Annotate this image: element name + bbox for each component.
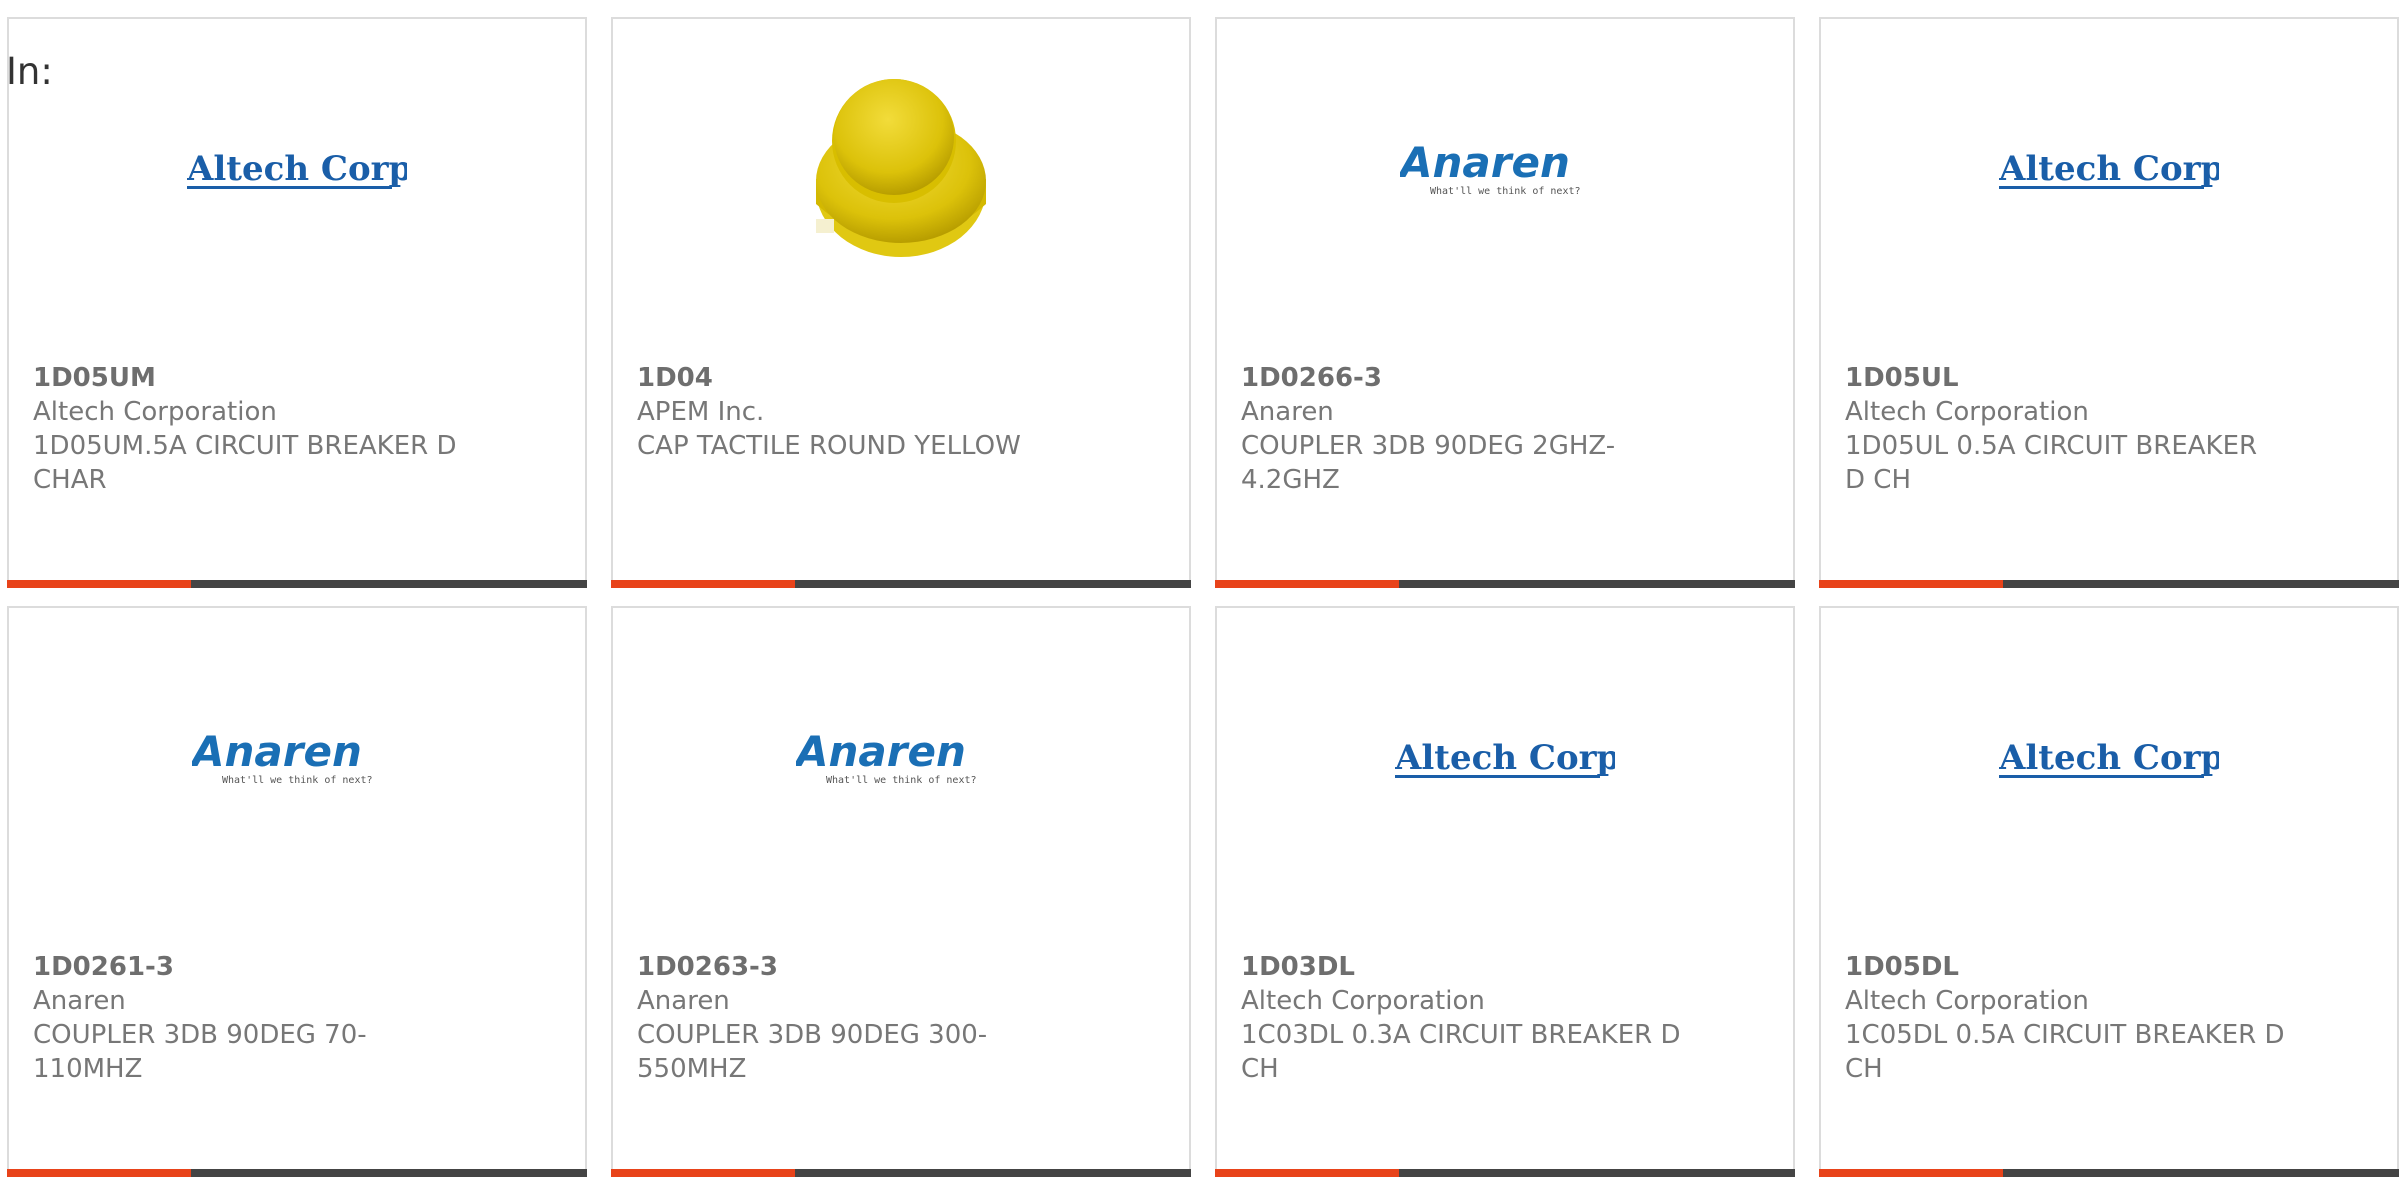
part-number: 1D0263-3 [637, 952, 778, 982]
manufacturer: Anaren [637, 986, 730, 1016]
card-bar [1215, 1169, 1795, 1177]
yellow-cap-image [613, 79, 1189, 259]
altech-logo: Altech Corp. [9, 79, 585, 259]
card-bar [7, 1169, 587, 1177]
svg-text:What'll we think of next?: What'll we think of next? [1430, 186, 1581, 197]
card-bar [7, 580, 587, 588]
manufacturer: APEM Inc. [637, 397, 765, 427]
svg-text:Altech Corp.: Altech Corp. [1999, 738, 2219, 778]
product-card[interactable]: 1D04 APEM Inc. CAP TACTILE ROUND YELLOW [611, 17, 1191, 588]
anaren-logo: Anaren What'll we think of next? [1217, 79, 1793, 259]
part-number: 1D05DL [1845, 952, 1960, 982]
product-card[interactable]: Altech Corp. 1D05UM Altech Corporation 1… [7, 17, 587, 588]
card-bar [611, 1169, 1191, 1177]
card-bar [611, 580, 1191, 588]
product-card[interactable]: Altech Corp. 1D05UL Altech Corporation 1… [1819, 17, 2399, 588]
altech-logo: Altech Corp. [1821, 79, 2397, 259]
description: COUPLER 3DB 90DEG 300-550MHZ [637, 1020, 988, 1084]
description: 1D05UM.5A CIRCUIT BREAKER D CHAR [33, 431, 457, 495]
manufacturer: Altech Corporation [1241, 986, 1485, 1016]
description: COUPLER 3DB 90DEG 70-110MHZ [33, 1020, 367, 1084]
part-number: 1D0261-3 [33, 952, 174, 982]
manufacturer: Altech Corporation [33, 397, 277, 427]
product-card[interactable]: Anaren What'll we think of next? 1D0261-… [7, 606, 587, 1177]
product-card[interactable]: Altech Corp. 1D05DL Altech Corporation 1… [1819, 606, 2399, 1177]
card-bar [1819, 580, 2399, 588]
svg-text:Altech Corp.: Altech Corp. [1999, 149, 2219, 189]
svg-text:What'll we think of next?: What'll we think of next? [826, 775, 977, 786]
manufacturer: Altech Corporation [1845, 397, 2089, 427]
svg-text:Anaren: Anaren [1400, 139, 1570, 187]
filter-label: In: [6, 50, 53, 93]
product-card[interactable]: Altech Corp. 1D03DL Altech Corporation 1… [1215, 606, 1795, 1177]
altech-logo: Altech Corp. [1217, 668, 1793, 848]
product-card[interactable]: Anaren What'll we think of next? 1D0263-… [611, 606, 1191, 1177]
anaren-logo: Anaren What'll we think of next? [613, 668, 1189, 848]
part-number: 1D05UM [33, 363, 156, 393]
svg-text:Altech Corp.: Altech Corp. [1395, 738, 1615, 778]
part-number: 1D04 [637, 363, 713, 393]
card-bar [1215, 580, 1795, 588]
description: 1D05UL 0.5A CIRCUIT BREAKER D CH [1845, 431, 2258, 495]
manufacturer: Anaren [1241, 397, 1334, 427]
part-number: 1D03DL [1241, 952, 1356, 982]
svg-text:What'll we think of next?: What'll we think of next? [222, 775, 373, 786]
part-number: 1D05UL [1845, 363, 1959, 393]
svg-text:Altech Corp.: Altech Corp. [187, 149, 407, 189]
anaren-logo: Anaren What'll we think of next? [9, 668, 585, 848]
description: 1C03DL 0.3A CIRCUIT BREAKER D CH [1241, 1020, 1681, 1084]
product-grid: Altech Corp. 1D05UM Altech Corporation 1… [7, 17, 2399, 1177]
description: CAP TACTILE ROUND YELLOW [637, 431, 1021, 461]
altech-logo: Altech Corp. [1821, 668, 2397, 848]
manufacturer: Anaren [33, 986, 126, 1016]
product-card[interactable]: Anaren What'll we think of next? 1D0266-… [1215, 17, 1795, 588]
svg-text:Anaren: Anaren [192, 728, 362, 776]
svg-text:Anaren: Anaren [796, 728, 966, 776]
part-number: 1D0266-3 [1241, 363, 1382, 393]
manufacturer: Altech Corporation [1845, 986, 2089, 1016]
card-bar [1819, 1169, 2399, 1177]
description: COUPLER 3DB 90DEG 2GHZ-4.2GHZ [1241, 431, 1616, 495]
description: 1C05DL 0.5A CIRCUIT BREAKER D CH [1845, 1020, 2285, 1084]
